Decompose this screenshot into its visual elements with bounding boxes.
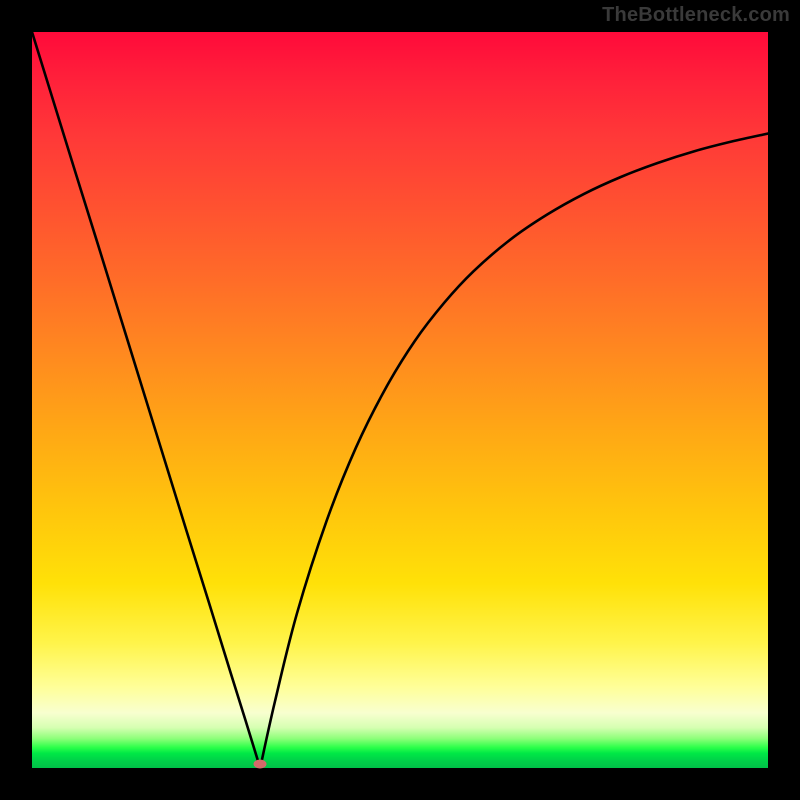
curve-right-branch [260,134,768,768]
plot-area [32,32,768,768]
min-marker-dot [254,759,267,768]
curve-layer [32,32,768,768]
watermark-text: TheBottleneck.com [602,4,790,27]
chart-frame: TheBottleneck.com [0,0,800,800]
curve-left-branch [32,32,260,768]
